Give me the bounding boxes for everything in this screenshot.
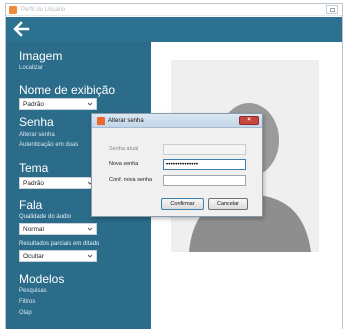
theme-value: Padrão — [23, 180, 44, 187]
dialog-title: Alterar senha — [108, 118, 144, 124]
back-arrow-icon[interactable] — [12, 21, 30, 37]
new-password-input[interactable]: •••••••••••••• — [163, 159, 246, 170]
theme-select[interactable]: Padrão — [19, 177, 97, 189]
confirm-password-label: Conf. nova senha — [109, 177, 153, 183]
display-name-value: Padrão — [23, 101, 44, 108]
olap-link[interactable]: Olap — [19, 309, 32, 317]
app-header — [6, 17, 342, 42]
close-icon: × — [247, 117, 251, 123]
section-nome-exibicao-title: Nome de exibição — [19, 83, 116, 97]
dialog-close-button[interactable]: × — [239, 116, 259, 125]
new-password-value: •••••••••••••• — [166, 162, 199, 168]
audio-quality-select[interactable]: Normal — [19, 223, 97, 235]
section-tema-title: Tema — [19, 161, 49, 175]
partial-results-label: Resultados parciais em ditado — [19, 241, 100, 247]
localizar-link[interactable]: Localizar — [19, 64, 43, 72]
dialog-body: Senha atual Nova senha •••••••••••••• Co… — [92, 129, 262, 216]
two-factor-link[interactable]: Autenticação em duas — [19, 141, 78, 149]
restore-window-button[interactable] — [326, 5, 338, 14]
audio-quality-label: Qualidade do áudio — [19, 214, 72, 220]
chevron-down-icon — [87, 227, 93, 231]
confirm-password-input[interactable] — [163, 175, 246, 186]
cancel-button[interactable]: Cancelar — [208, 198, 248, 210]
section-senha-title: Senha — [19, 115, 54, 129]
partial-results-value: Ocultar — [23, 253, 44, 260]
app-logo-icon — [9, 6, 17, 14]
window-title: Perfil do Usuário — [21, 7, 66, 13]
audio-quality-value: Normal — [23, 226, 44, 233]
dialog-logo-icon — [97, 117, 105, 125]
display-name-select[interactable]: Padrão — [19, 98, 97, 110]
chevron-down-icon — [87, 254, 93, 258]
current-password-input[interactable] — [163, 144, 246, 155]
change-password-dialog: Alterar senha × Senha atual Nova senha •… — [91, 113, 263, 217]
chevron-down-icon — [87, 102, 93, 106]
restore-icon — [330, 8, 335, 12]
current-password-label: Senha atual — [109, 146, 139, 152]
confirm-button[interactable]: Confirmar — [161, 198, 204, 210]
window-titlebar: Perfil do Usuário — [6, 4, 342, 16]
pesquisas-link[interactable]: Pesquisas — [19, 287, 47, 295]
section-fala-title: Fala — [19, 198, 43, 212]
section-imagem-title: Imagem — [19, 49, 63, 63]
new-password-label: Nova senha — [109, 161, 139, 167]
filtros-link[interactable]: Filtros — [19, 298, 35, 306]
section-modelos-title: Modelos — [19, 272, 65, 286]
partial-results-select[interactable]: Ocultar — [19, 250, 97, 262]
dialog-titlebar: Alterar senha × — [92, 114, 262, 128]
alterar-senha-link[interactable]: Alterar senha — [19, 131, 55, 139]
